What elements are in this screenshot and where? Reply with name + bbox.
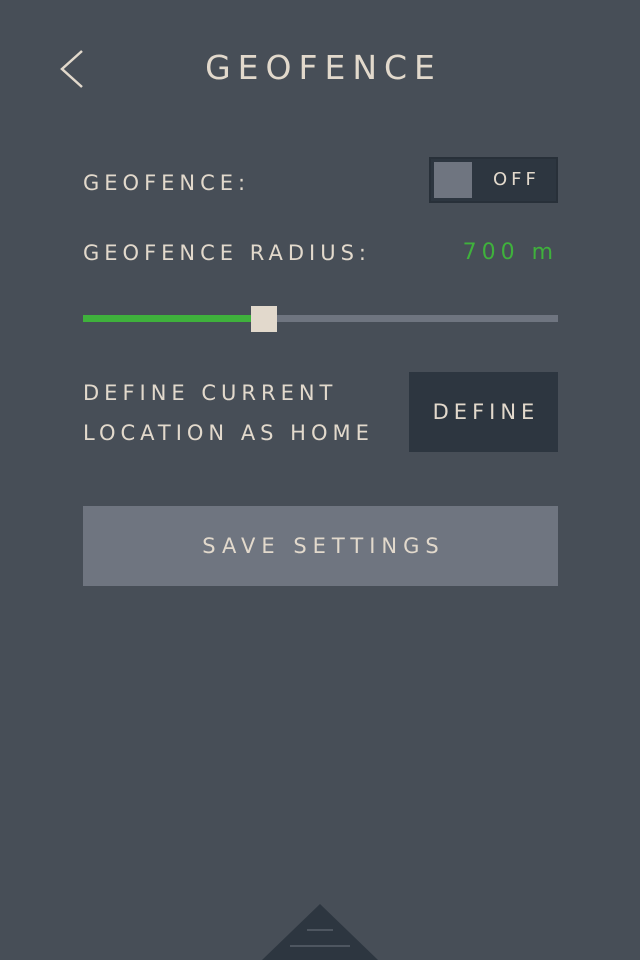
toggle-knob: [434, 162, 472, 198]
define-home-label: DEFINE CURRENT LOCATION AS HOME: [83, 373, 374, 453]
define-home-label-line2: LOCATION AS HOME: [83, 421, 374, 445]
slider-thumb[interactable]: [250, 306, 277, 332]
define-home-label-line1: DEFINE CURRENT: [83, 381, 338, 405]
geofence-radius-value: 700 m: [462, 240, 558, 265]
slider-fill: [83, 315, 264, 322]
toggle-state-text: OFF: [493, 169, 540, 190]
drawer-handle-icon: [262, 904, 378, 960]
geofence-radius-slider[interactable]: [83, 303, 558, 333]
geofence-toggle[interactable]: OFF: [429, 157, 558, 203]
page-title: GEOFENCE: [205, 48, 442, 87]
geofence-label: GEOFENCE:: [83, 171, 251, 195]
save-settings-button[interactable]: SAVE SETTINGS: [83, 506, 558, 586]
geofence-radius-label: GEOFENCE RADIUS:: [83, 241, 371, 265]
bottom-drawer-handle[interactable]: [262, 903, 378, 960]
define-button[interactable]: DEFINE: [409, 372, 558, 452]
